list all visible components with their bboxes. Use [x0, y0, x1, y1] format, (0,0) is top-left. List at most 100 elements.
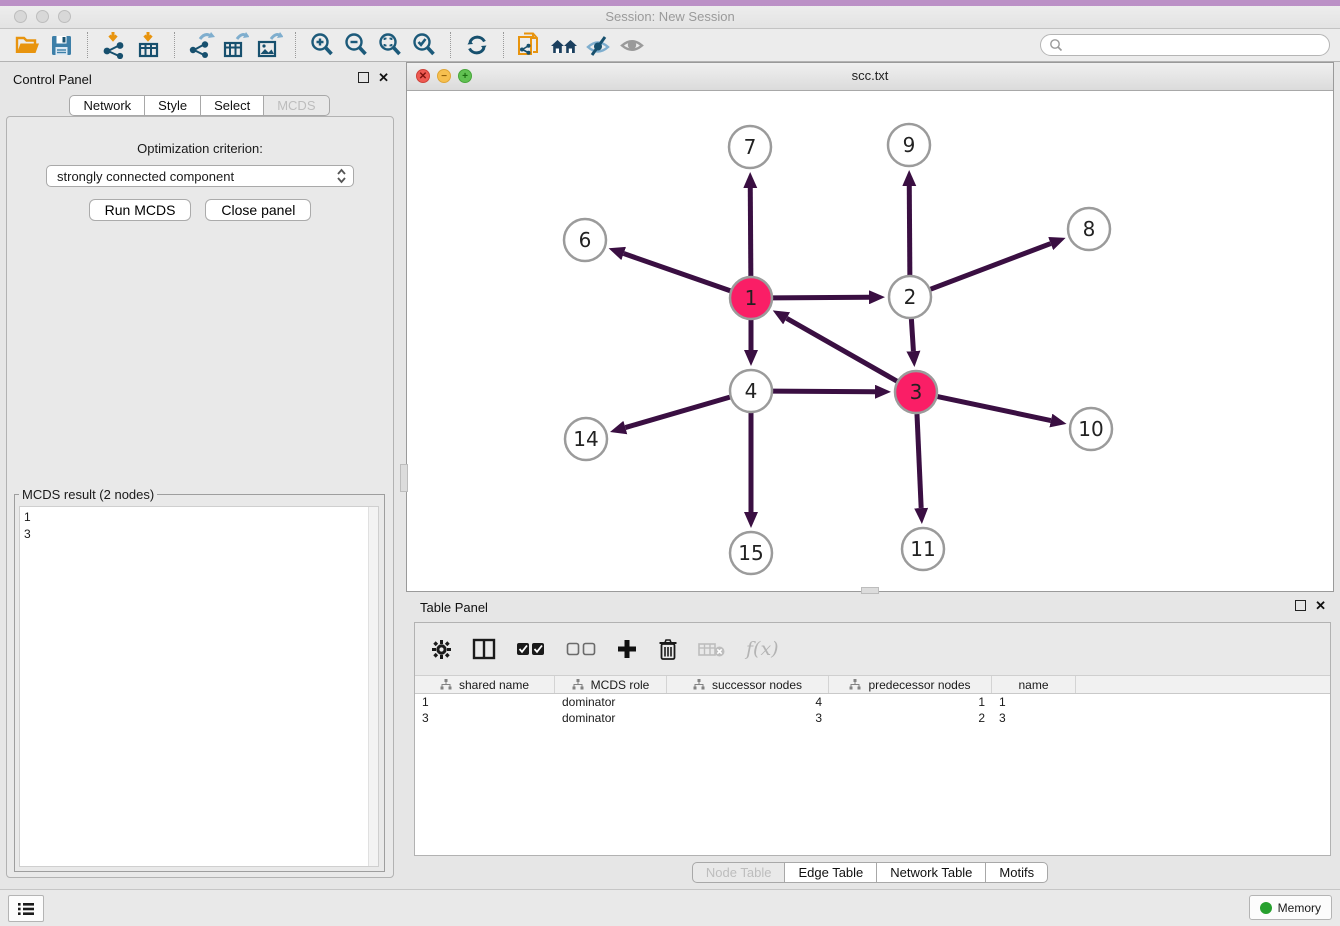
edge-3-10[interactable] — [938, 397, 1051, 421]
export-network-button[interactable] — [184, 31, 218, 59]
zoom-selected-button[interactable] — [407, 31, 441, 59]
mcds-result-text[interactable]: 13 — [19, 506, 379, 867]
optimization-label: Optimization criterion: — [7, 141, 393, 156]
column-header-shared-name[interactable]: shared name — [415, 676, 555, 693]
edge-1-2[interactable] — [773, 297, 869, 298]
table-cell[interactable]: 1 — [992, 695, 1076, 709]
select-all-icon[interactable] — [516, 641, 546, 657]
horizontal-splitter-handle[interactable] — [400, 464, 408, 492]
add-column-icon[interactable] — [616, 638, 638, 660]
save-session-button[interactable] — [44, 31, 78, 59]
minimize-window-button[interactable] — [36, 10, 49, 23]
table-cell[interactable]: 1 — [829, 695, 992, 709]
table-cell[interactable]: 1 — [415, 695, 555, 709]
toolbar-separator — [450, 32, 451, 58]
node-table-header[interactable]: shared nameMCDS rolesuccessor nodesprede… — [415, 675, 1330, 694]
hide-selected-button[interactable] — [581, 31, 615, 59]
edge-3-11[interactable] — [917, 414, 921, 508]
table-row[interactable]: 3dominator323 — [415, 710, 1330, 726]
run-mcds-button[interactable]: Run MCDS — [89, 199, 192, 221]
control-panel-title: Control Panel — [13, 72, 92, 87]
clone-network-button[interactable] — [513, 31, 547, 59]
open-file-button[interactable] — [10, 31, 44, 59]
import-table-button[interactable] — [131, 31, 165, 59]
close-window-button[interactable] — [14, 10, 27, 23]
eye-icon — [618, 31, 646, 59]
node-table-body[interactable]: 1dominator4113dominator323 — [415, 694, 1330, 726]
table-row[interactable]: 1dominator411 — [415, 694, 1330, 710]
table-cell[interactable]: 3 — [992, 711, 1076, 725]
close-panel-button[interactable]: Close panel — [205, 199, 311, 221]
search-box[interactable] — [1040, 34, 1330, 56]
eye-slash-icon — [584, 31, 612, 59]
titlebar: Session: New Session — [0, 6, 1340, 29]
network-minimize-button[interactable]: − — [437, 69, 451, 83]
table-cell[interactable]: dominator — [555, 695, 667, 709]
float-panel-icon[interactable] — [358, 72, 369, 83]
refresh-button[interactable] — [460, 31, 494, 59]
node-label-7: 7 — [744, 135, 757, 159]
zoom-window-button[interactable] — [58, 10, 71, 23]
float-panel-icon[interactable] — [1295, 600, 1306, 611]
edge-1-7[interactable] — [750, 188, 751, 276]
export-image-button[interactable] — [252, 31, 286, 59]
task-history-button[interactable] — [8, 895, 44, 922]
edge-2-8[interactable] — [931, 244, 1051, 290]
home-button[interactable] — [547, 31, 581, 59]
tab-network[interactable]: Network — [69, 95, 145, 116]
deselect-all-icon[interactable] — [566, 641, 596, 657]
network-graph[interactable]: 7968124314101511 — [407, 91, 1333, 592]
close-panel-icon[interactable]: ✕ — [378, 71, 389, 84]
edge-3-1[interactable] — [787, 318, 897, 381]
column-header-predecessor-nodes[interactable]: predecessor nodes — [829, 676, 992, 693]
split-panel-icon[interactable] — [472, 638, 496, 660]
hierarchy-icon — [693, 679, 705, 690]
toolbar-separator — [174, 32, 175, 58]
optimization-select[interactable]: strongly connected component — [46, 165, 354, 187]
column-header-MCDS-role[interactable]: MCDS role — [555, 676, 667, 693]
column-header-successor-nodes[interactable]: successor nodes — [667, 676, 829, 693]
hierarchy-icon — [572, 679, 584, 690]
edge-4-14[interactable] — [625, 397, 730, 427]
table-settings-gear-icon[interactable] — [431, 639, 452, 660]
node-label-8: 8 — [1083, 217, 1096, 241]
tab-motifs[interactable]: Motifs — [985, 862, 1048, 883]
tab-select[interactable]: Select — [200, 95, 264, 116]
table-cell[interactable]: 4 — [667, 695, 829, 709]
memory-status-dot — [1260, 902, 1272, 914]
edge-1-6[interactable] — [624, 254, 731, 291]
edge-2-3[interactable] — [911, 319, 913, 351]
tab-edge-table[interactable]: Edge Table — [784, 862, 877, 883]
result-scrollbar[interactable] — [368, 507, 378, 866]
tab-node-table[interactable]: Node Table — [692, 862, 786, 883]
table-panel-title: Table Panel — [420, 600, 488, 615]
edge-2-9[interactable] — [909, 186, 910, 275]
import-network-button[interactable] — [97, 31, 131, 59]
close-panel-icon[interactable]: ✕ — [1315, 599, 1326, 612]
tab-network-table[interactable]: Network Table — [876, 862, 986, 883]
search-input[interactable] — [1063, 37, 1321, 53]
table-cell[interactable]: dominator — [555, 711, 667, 725]
zoom-out-button[interactable] — [339, 31, 373, 59]
table-cell[interactable]: 2 — [829, 711, 992, 725]
delete-column-trash-icon[interactable] — [658, 638, 678, 661]
delete-table-icon — [698, 640, 726, 658]
zoom-fit-button[interactable] — [373, 31, 407, 59]
show-all-button[interactable] — [615, 31, 649, 59]
tab-style[interactable]: Style — [144, 95, 201, 116]
memory-button[interactable]: Memory — [1249, 895, 1332, 920]
network-titlebar: ✕ − + scc.txt — [407, 63, 1333, 91]
table-cell[interactable]: 3 — [667, 711, 829, 725]
tab-mcds[interactable]: MCDS — [263, 95, 329, 116]
column-header-name[interactable]: name — [992, 676, 1076, 693]
mcds-panel: Optimization criterion: strongly connect… — [6, 116, 394, 878]
export-table-button[interactable] — [218, 31, 252, 59]
network-close-button[interactable]: ✕ — [416, 69, 430, 83]
memory-label: Memory — [1278, 901, 1321, 915]
zoom-in-button[interactable] — [305, 31, 339, 59]
network-zoom-button[interactable]: + — [458, 69, 472, 83]
window-traffic-lights[interactable] — [14, 10, 71, 23]
edge-4-3[interactable] — [773, 391, 875, 392]
table-cell[interactable]: 3 — [415, 711, 555, 725]
main-toolbar — [0, 29, 1340, 62]
